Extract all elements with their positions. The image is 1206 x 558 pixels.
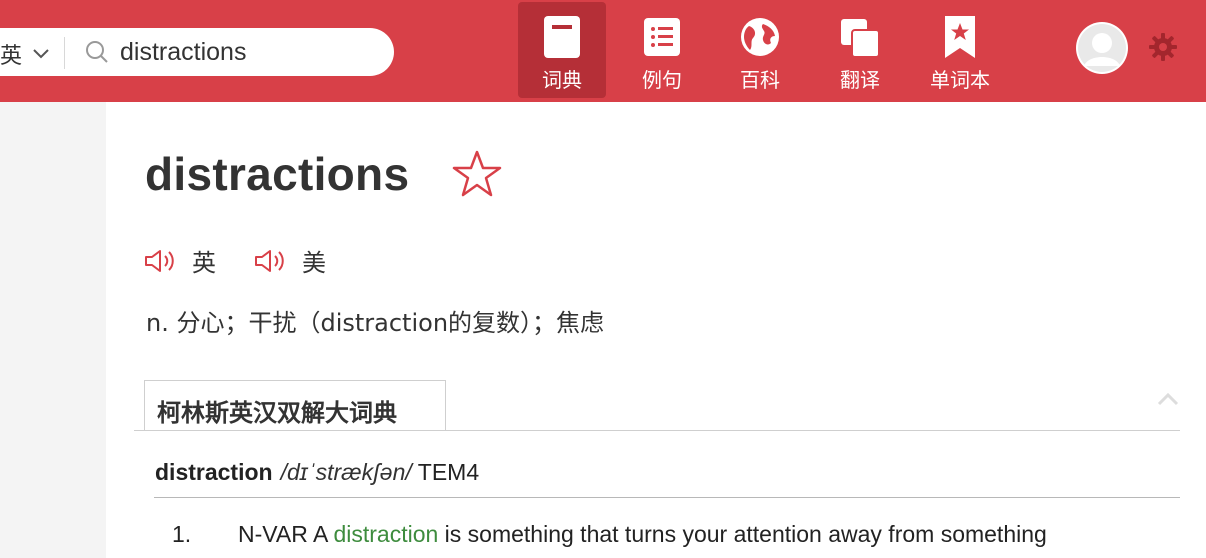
tab-divider bbox=[134, 430, 1180, 431]
nav-examples-label: 例句 bbox=[642, 68, 682, 92]
speaker-icon bbox=[145, 249, 174, 272]
collins-level: TEM4 bbox=[417, 459, 480, 485]
globe-icon bbox=[741, 18, 779, 56]
basic-definition: n. 分心；干扰（distraction的复数）；焦虑 bbox=[146, 309, 605, 337]
pronunciation-uk-label: 英 bbox=[192, 249, 216, 277]
pronunciation-us-label: 美 bbox=[302, 249, 326, 277]
nav-translate[interactable]: 翻译 bbox=[816, 2, 904, 98]
user-icon bbox=[1078, 24, 1126, 72]
nav-translate-label: 翻译 bbox=[840, 68, 880, 92]
search-divider bbox=[64, 37, 65, 69]
sense-number: 1. bbox=[172, 521, 192, 547]
nav-examples[interactable]: 例句 bbox=[618, 2, 706, 98]
nav-wordbook-label: 单词本 bbox=[930, 68, 990, 92]
top-bar: 英 词典 例句 百科 bbox=[0, 0, 1206, 102]
search-box: 英 bbox=[0, 28, 394, 76]
dictionary-book-icon bbox=[544, 16, 580, 58]
sense-text-post: is something that turns your attention a… bbox=[438, 521, 1047, 547]
tab-collins-dictionary[interactable]: 柯林斯英汉双解大词典 bbox=[144, 380, 446, 430]
nav-encyclopedia-label: 百科 bbox=[740, 68, 780, 92]
entry-divider bbox=[154, 497, 1180, 498]
collins-entry-header: distraction/dɪˈstrækʃən/TEM4 bbox=[155, 459, 479, 486]
pronunciation-uk[interactable]: 英 bbox=[144, 243, 216, 278]
chevron-up-icon[interactable] bbox=[1156, 390, 1180, 408]
nav-dictionary[interactable]: 词典 bbox=[518, 2, 606, 98]
speaker-icon bbox=[255, 249, 284, 272]
nav-wordbook[interactable]: 单词本 bbox=[916, 2, 1004, 98]
language-label: 英 bbox=[0, 44, 23, 69]
gear-icon[interactable] bbox=[1148, 32, 1178, 62]
list-icon bbox=[644, 18, 680, 56]
collins-word: distraction bbox=[155, 459, 273, 485]
nav-encyclopedia[interactable]: 百科 bbox=[716, 2, 804, 98]
sense-pos: N-VAR bbox=[238, 521, 308, 547]
language-selector[interactable]: 英 bbox=[0, 38, 50, 70]
bookmark-star-icon bbox=[945, 16, 975, 58]
sense-text-pre: A bbox=[307, 521, 334, 547]
left-sidebar bbox=[0, 102, 106, 558]
sense-highlight-word[interactable]: distraction bbox=[333, 521, 438, 547]
sense-definition: N-VAR A distraction is something that tu… bbox=[238, 521, 1047, 548]
headword-title: distractions bbox=[145, 148, 410, 200]
collins-phonetic: /dɪˈstrækʃən/ bbox=[280, 459, 412, 485]
translate-icon bbox=[841, 19, 879, 58]
user-avatar[interactable] bbox=[1076, 22, 1128, 74]
nav-dictionary-label: 词典 bbox=[542, 68, 582, 92]
pronunciation-us[interactable]: 美 bbox=[254, 243, 326, 278]
chevron-down-icon bbox=[33, 49, 49, 59]
search-input[interactable] bbox=[120, 36, 380, 68]
tab-collins-label: 柯林斯英汉双解大词典 bbox=[157, 399, 397, 427]
favorite-star-icon[interactable] bbox=[452, 150, 502, 198]
search-icon[interactable] bbox=[84, 39, 110, 65]
